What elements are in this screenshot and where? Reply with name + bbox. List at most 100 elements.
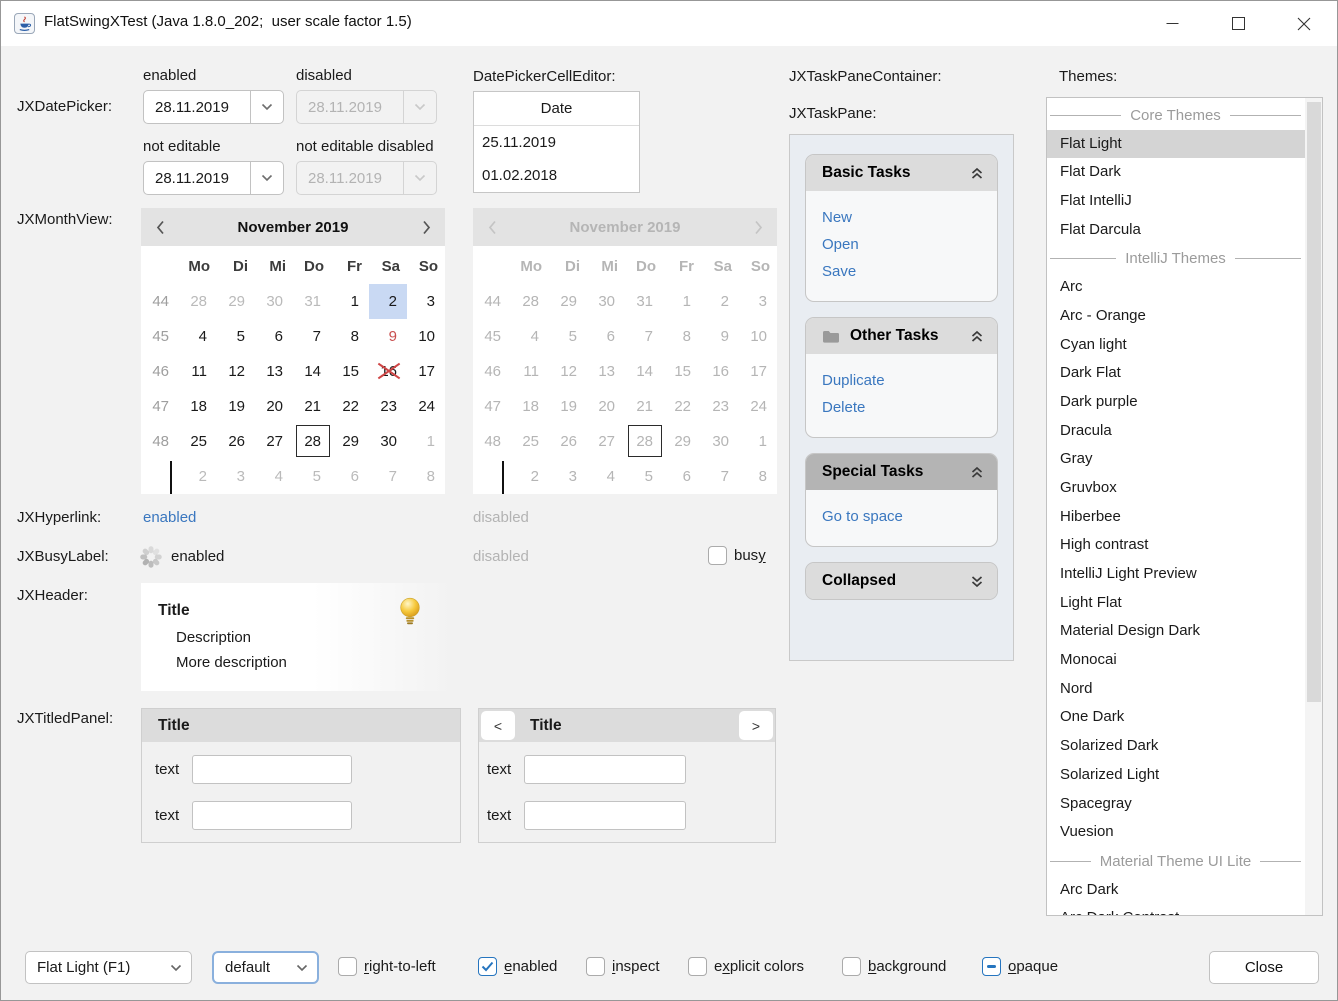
theme-item-flat-darcula[interactable]: Flat Darcula [1047, 216, 1305, 245]
day-cell[interactable]: 19 [549, 389, 587, 424]
day-cell[interactable]: 16 [701, 354, 739, 389]
next-button[interactable]: > [739, 711, 773, 740]
day-cell[interactable]: 28 [511, 284, 549, 319]
theme-item-solarized-light[interactable]: Solarized Light [1047, 761, 1305, 790]
prev-month-button[interactable] [141, 220, 179, 235]
day-cell[interactable]: 22 [331, 389, 369, 424]
prev-button[interactable]: < [481, 711, 515, 740]
datepicker-field[interactable]: 28.11.2019 [296, 90, 437, 124]
theme-item-monocai[interactable]: Monocai [1047, 646, 1305, 675]
day-cell[interactable]: 21 [625, 389, 663, 424]
theme-item-arc-dark-contrast[interactable]: Arc Dark Contrast [1047, 904, 1305, 915]
day-cell[interactable]: 27 [587, 424, 625, 459]
day-cell[interactable]: 8 [331, 319, 369, 354]
day-cell[interactable]: 6 [331, 459, 369, 494]
maximize-button[interactable] [1205, 1, 1271, 46]
day-cell[interactable]: 12 [549, 354, 587, 389]
task-link-open[interactable]: Open [822, 231, 981, 258]
theme-item-spacegray[interactable]: Spacegray [1047, 790, 1305, 819]
day-cell[interactable]: 28 [179, 284, 217, 319]
theme-item-high-contrast[interactable]: High contrast [1047, 531, 1305, 560]
date-table-row[interactable]: 01.02.2018 [474, 159, 639, 192]
theme-item-gruvbox[interactable]: Gruvbox [1047, 474, 1305, 503]
checkbox-busy[interactable]: busy [708, 546, 766, 565]
day-cell[interactable]: 18 [179, 389, 217, 424]
datepicker-field[interactable]: 28.11.2019 [296, 161, 437, 195]
day-cell[interactable]: 2 [179, 459, 217, 494]
theme-item-cyan-light[interactable]: Cyan light [1047, 331, 1305, 360]
collapse-icon[interactable] [970, 330, 984, 343]
checkbox-explicit-colors[interactable]: explicit colors [688, 957, 804, 976]
day-cell[interactable]: 28 [625, 424, 663, 459]
day-cell[interactable]: 6 [663, 459, 701, 494]
day-cell[interactable]: 26 [549, 424, 587, 459]
day-cell[interactable]: 31 [625, 284, 663, 319]
day-cell[interactable]: 31 [293, 284, 331, 319]
checkbox-inspect[interactable]: inspect [586, 957, 660, 976]
close-button[interactable]: Close [1209, 951, 1319, 984]
day-cell[interactable]: 1 [407, 424, 445, 459]
prev-month-button[interactable] [473, 220, 511, 235]
hyperlink-enabled[interactable]: enabled [143, 509, 196, 526]
checkbox-opaque[interactable]: opaque [982, 957, 1058, 976]
day-cell[interactable]: 6 [587, 319, 625, 354]
day-cell[interactable]: 7 [369, 459, 407, 494]
day-cell[interactable]: 5 [625, 459, 663, 494]
day-cell[interactable]: 4 [511, 319, 549, 354]
collapse-icon[interactable] [970, 466, 984, 479]
taskpane-header[interactable]: Basic Tasks [806, 155, 997, 191]
checkbox-box[interactable] [338, 957, 357, 976]
task-link-duplicate[interactable]: Duplicate [822, 367, 981, 394]
next-month-button[interactable] [407, 220, 445, 235]
day-cell[interactable]: 15 [331, 354, 369, 389]
scrollbar-thumb[interactable] [1307, 102, 1321, 702]
day-cell[interactable]: 30 [255, 284, 293, 319]
day-cell[interactable]: 9 [369, 319, 407, 354]
day-cell[interactable]: 1 [663, 284, 701, 319]
theme-item-intellij-light-preview[interactable]: IntelliJ Light Preview [1047, 560, 1305, 589]
day-cell[interactable]: 26 [217, 424, 255, 459]
day-cell[interactable]: 24 [407, 389, 445, 424]
theme-item-solarized-dark[interactable]: Solarized Dark [1047, 732, 1305, 761]
theme-item-arc[interactable]: Arc [1047, 273, 1305, 302]
themes-list[interactable]: Core ThemesFlat LightFlat DarkFlat Intel… [1046, 97, 1323, 916]
checkbox-box[interactable] [688, 957, 707, 976]
day-cell[interactable]: 19 [217, 389, 255, 424]
theme-item-dracula[interactable]: Dracula [1047, 417, 1305, 446]
day-cell[interactable]: 4 [587, 459, 625, 494]
date-table[interactable]: Date 25.11.201901.02.2018 [473, 91, 640, 193]
checkbox-box[interactable] [842, 957, 861, 976]
checkbox-right-to-left[interactable]: right-to-left [338, 957, 436, 976]
day-cell[interactable]: 20 [255, 389, 293, 424]
day-cell[interactable]: 7 [701, 459, 739, 494]
day-cell[interactable]: 3 [407, 284, 445, 319]
chevron-down-icon[interactable] [403, 162, 436, 194]
day-cell[interactable]: 11 [511, 354, 549, 389]
day-cell[interactable]: 15 [663, 354, 701, 389]
day-cell[interactable]: 8 [663, 319, 701, 354]
checkbox-box[interactable] [982, 957, 1001, 976]
window-titlebar[interactable]: FlatSwingXTest (Java 1.8.0_202; user sca… [1, 1, 1337, 46]
day-cell[interactable]: 25 [179, 424, 217, 459]
taskpane-header[interactable]: Special Tasks [806, 454, 997, 490]
theme-item-hiberbee[interactable]: Hiberbee [1047, 503, 1305, 532]
theme-item-arc-dark[interactable]: Arc Dark [1047, 876, 1305, 905]
theme-item-material-design-dark[interactable]: Material Design Dark [1047, 617, 1305, 646]
checkbox-background[interactable]: background [842, 957, 946, 976]
day-cell[interactable]: 23 [369, 389, 407, 424]
day-cell[interactable]: 7 [293, 319, 331, 354]
day-cell[interactable]: 7 [625, 319, 663, 354]
text-field[interactable] [524, 801, 686, 830]
day-cell[interactable]: 16 [369, 354, 407, 389]
day-cell[interactable]: 29 [549, 284, 587, 319]
theme-item-gray[interactable]: Gray [1047, 445, 1305, 474]
datepicker-field[interactable]: 28.11.2019 [143, 161, 284, 195]
day-cell[interactable]: 1 [331, 284, 369, 319]
theme-item-dark-flat[interactable]: Dark Flat [1047, 359, 1305, 388]
day-cell[interactable]: 8 [739, 459, 777, 494]
day-cell[interactable]: 22 [663, 389, 701, 424]
chevron-down-icon[interactable] [250, 162, 283, 194]
day-cell[interactable]: 30 [701, 424, 739, 459]
theme-item-nord[interactable]: Nord [1047, 675, 1305, 704]
day-cell[interactable]: 1 [739, 424, 777, 459]
